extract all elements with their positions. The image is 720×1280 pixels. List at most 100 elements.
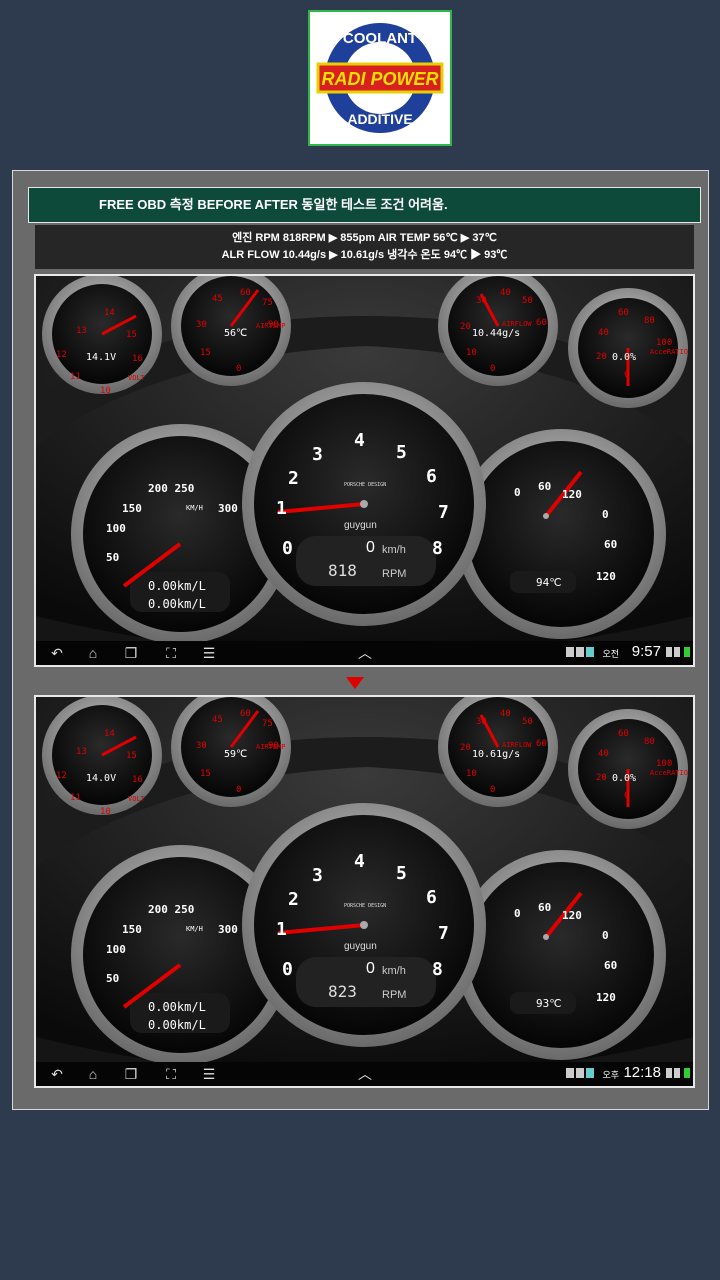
menu-icon[interactable]: ☰ bbox=[198, 644, 220, 662]
speed-tick: 100 bbox=[106, 522, 126, 535]
airflow-readout: 10.44g/s bbox=[472, 328, 521, 339]
volt-label: VOLT bbox=[128, 374, 145, 382]
volt-tick: 13 bbox=[76, 747, 87, 757]
porsche-label: PORSCHE DESIGN bbox=[344, 903, 387, 909]
home-icon[interactable]: ⌂ bbox=[82, 644, 104, 662]
temp-tick: 60 bbox=[604, 538, 618, 551]
airflow-tick: 30 bbox=[476, 717, 487, 727]
airtemp-tick: 15 bbox=[200, 348, 211, 358]
rpm-tick: 5 bbox=[396, 863, 407, 884]
airtemp-tick: 60 bbox=[240, 288, 251, 298]
battery-icon bbox=[684, 1068, 690, 1078]
before-dashboard-screenshot: 14.1V 56℃ 10.44g/s 0.0% VOLT AIRTEMP AIRFLOW Ac… bbox=[34, 274, 695, 667]
temp-gauge bbox=[456, 850, 666, 1060]
speed-readout: 0 bbox=[366, 960, 375, 977]
porsche-label: PORSCHE DESIGN bbox=[344, 482, 387, 488]
ampm-label: 오전 bbox=[602, 649, 619, 659]
volt-tick: 16 bbox=[132, 775, 143, 785]
volt-tick: 13 bbox=[76, 326, 87, 336]
volt-tick: 10 bbox=[100, 807, 111, 817]
temp-tick: 120 bbox=[562, 909, 582, 922]
back-icon[interactable]: ↶ bbox=[46, 644, 68, 662]
rpm-readout: 823 bbox=[328, 982, 357, 1001]
fuel-readout-1: 0.00km/L bbox=[148, 1000, 206, 1014]
airflow-tick: 10 bbox=[466, 769, 477, 779]
ratio-tick: 40 bbox=[598, 328, 609, 338]
volt-tick: 14 bbox=[104, 729, 115, 739]
rpm-tick: 7 bbox=[438, 502, 449, 523]
airflow-label: AIRFLOW bbox=[502, 320, 532, 328]
airtemp-tick: 60 bbox=[240, 709, 251, 719]
airflow-readout: 10.61g/s bbox=[472, 749, 521, 760]
airtemp-readout: 56℃ bbox=[224, 328, 248, 339]
airtemp-tick: 15 bbox=[200, 769, 211, 779]
temp-tick: 120 bbox=[596, 991, 616, 1004]
screenshot-icon[interactable]: ⛶ bbox=[160, 1065, 182, 1083]
recent-apps-icon[interactable]: ❐ bbox=[120, 1065, 142, 1083]
rpm-tick: 0 bbox=[282, 959, 293, 980]
after-dashboard-screenshot: 14.0V 59℃ 10.61g/s 0.0% VOLT AIRTEMP AIRFLOW Ac… bbox=[34, 695, 695, 1088]
speed-tick: 50 bbox=[106, 972, 120, 985]
page-title: FREE OBD 측정 BEFORE AFTER 동일한 테스트 조건 어려움. bbox=[28, 187, 701, 223]
ratio-tick: 80 bbox=[644, 316, 655, 326]
chevron-up-icon[interactable]: ︿ bbox=[354, 1065, 376, 1083]
volt-readout: 14.1V bbox=[86, 352, 117, 363]
android-nav-bar: ↶ ⌂ ❐ ⛶ ☰ ︿ 오전 9:57 bbox=[36, 641, 693, 665]
speed-tick: 50 bbox=[106, 551, 120, 564]
volt-tick: 11 bbox=[70, 793, 81, 803]
rpm-tick: 3 bbox=[312, 865, 323, 886]
ratio-tick: 100 bbox=[656, 759, 673, 769]
rpm-readout: 818 bbox=[328, 561, 357, 580]
ratio-tick: 20 bbox=[596, 773, 607, 783]
rpm-unit: RPM bbox=[382, 568, 407, 580]
ratio-tick: 20 bbox=[596, 352, 607, 362]
rpm-tick: 3 bbox=[312, 444, 323, 465]
chevron-up-icon[interactable]: ︿ bbox=[354, 644, 376, 662]
volt-tick: 11 bbox=[70, 372, 81, 382]
rpm-tick: 2 bbox=[288, 468, 299, 489]
menu-icon[interactable]: ☰ bbox=[198, 1065, 220, 1083]
rpm-tick: 8 bbox=[432, 959, 443, 980]
sync-icon bbox=[586, 1068, 594, 1078]
speed-tick: 300 bbox=[218, 502, 238, 515]
rpm-tick: 6 bbox=[426, 887, 437, 908]
volt-tick: 12 bbox=[56, 771, 67, 781]
temp-tick: 120 bbox=[562, 488, 582, 501]
fuel-readout-1: 0.00km/L bbox=[148, 579, 206, 593]
logo-text-top: COOLANT bbox=[343, 30, 417, 47]
speed-unit: km/h bbox=[382, 544, 406, 556]
rpm-tick: 2 bbox=[288, 889, 299, 910]
airtemp-tick: 30 bbox=[196, 320, 207, 330]
coolant-readout: 94℃ bbox=[536, 576, 562, 589]
battery-icon bbox=[684, 647, 690, 657]
gallery-icon bbox=[576, 1068, 584, 1078]
temp-tick: 60 bbox=[538, 480, 552, 493]
rpm-tick: 6 bbox=[426, 466, 437, 487]
back-icon[interactable]: ↶ bbox=[46, 1065, 68, 1083]
rpm-tick: 1 bbox=[276, 498, 287, 519]
brand-label: guygun bbox=[344, 941, 377, 952]
rpm-tick: 8 bbox=[432, 538, 443, 559]
speed-readout: 0 bbox=[366, 539, 375, 556]
volt-readout: 14.0V bbox=[86, 773, 117, 784]
volt-tick: 14 bbox=[104, 308, 115, 318]
bluetooth-icon bbox=[666, 647, 672, 657]
wifi-icon bbox=[674, 1068, 680, 1078]
airflow-tick: 40 bbox=[500, 709, 511, 719]
screenshot-icon[interactable]: ⛶ bbox=[160, 644, 182, 662]
airflow-tick: 40 bbox=[500, 288, 511, 298]
volt-tick: 16 bbox=[132, 354, 143, 364]
volt-tick: 15 bbox=[126, 330, 137, 340]
home-icon[interactable]: ⌂ bbox=[82, 1065, 104, 1083]
temp-tick: 0 bbox=[602, 508, 609, 521]
volt-tick: 12 bbox=[56, 350, 67, 360]
status-clock: 9:57 bbox=[631, 643, 661, 660]
ratio-tick: 40 bbox=[598, 749, 609, 759]
ratio-tick: 0 bbox=[624, 791, 630, 801]
recent-apps-icon[interactable]: ❐ bbox=[120, 644, 142, 662]
ampm-label: 오후 bbox=[602, 1070, 619, 1080]
temp-tick: 0 bbox=[514, 486, 521, 499]
airtemp-tick: 30 bbox=[196, 741, 207, 751]
airtemp-tick: 75 bbox=[262, 298, 273, 308]
ratio-tick: 100 bbox=[656, 338, 673, 348]
